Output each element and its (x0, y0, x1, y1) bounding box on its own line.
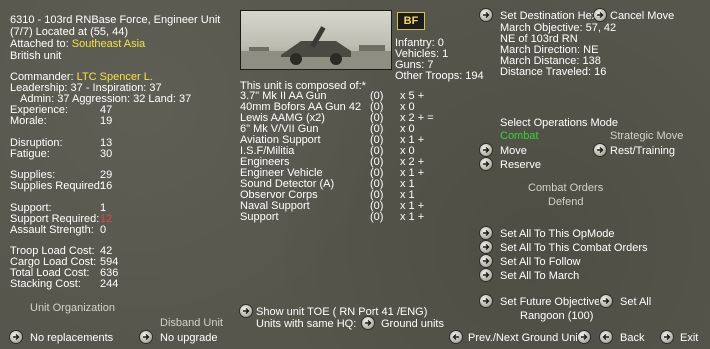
unit-photo (240, 10, 392, 70)
supplies-required-value: 16 (100, 180, 113, 192)
arrow-right-icon (597, 147, 604, 153)
next-unit-button[interactable] (578, 331, 590, 343)
disband-unit-label[interactable]: Disband Unit (160, 317, 223, 329)
set-all-march-label: Set All To March (500, 270, 580, 282)
set-all-opmode-label: Set All To This OpMode (500, 228, 615, 240)
arrow-right-icon (483, 298, 490, 304)
set-destination-button[interactable] (480, 9, 492, 21)
arrow-right-icon (597, 12, 604, 18)
nationality: British unit (10, 50, 62, 62)
unit-type-badge: BF (397, 12, 425, 30)
composition-ready: (0) (370, 211, 384, 223)
other-troops-count: Other Troops: 194 (395, 70, 484, 82)
ops-strategic-option[interactable]: Strategic Move (610, 130, 683, 142)
unit-detail-panel: 6310 - 103rd RNBase Force, Engineer Unit… (0, 0, 710, 349)
toe-line: Show unit TOE ( RN Port 41 /ENG) (256, 306, 428, 318)
set-all-march-button[interactable] (480, 269, 492, 281)
arrow-right-icon (483, 244, 490, 250)
no-replacements-button[interactable] (10, 331, 22, 343)
cancel-move-label: Cancel Move (610, 10, 675, 22)
set-future-objective-button[interactable] (480, 295, 492, 307)
arrow-right-icon (664, 334, 671, 340)
set-all-opmode-button[interactable] (480, 227, 492, 239)
fatigue-value: 30 (100, 148, 113, 160)
set-all-combat-orders-button[interactable] (480, 241, 492, 253)
no-upgrade-label: No upgrade (160, 332, 218, 344)
exit-button[interactable] (661, 331, 673, 343)
set-all-combat-orders-label: Set All To This Combat Orders (500, 242, 648, 254)
prev-unit-button[interactable] (450, 331, 462, 343)
arrow-left-icon (602, 334, 609, 340)
set-all-objective-button[interactable] (600, 295, 612, 307)
composition-count: x 1 + (400, 211, 425, 223)
assault-strength-label: Assault Strength: (10, 224, 94, 236)
stacking-cost-value: 244 (100, 278, 119, 290)
back-button[interactable] (600, 331, 612, 343)
arrow-right-icon (243, 308, 250, 314)
gun-silhouette-image (241, 26, 391, 69)
supplies-required-label: Supplies Required: (10, 180, 103, 192)
rest-training-button[interactable] (594, 144, 606, 156)
unit-organization-label[interactable]: Unit Organization (30, 302, 115, 314)
cancel-move-button[interactable] (594, 9, 606, 21)
attached-label: Attached to: (10, 38, 69, 50)
future-objective-value: Rangoon (100) (520, 310, 594, 322)
arrow-right-icon (483, 12, 490, 18)
move-mode-label: Move (500, 145, 527, 157)
combat-orders-label: Combat Orders (528, 182, 604, 194)
exit-label: Exit (680, 332, 699, 344)
set-future-objective-label: Set Future Objective (500, 296, 601, 308)
move-mode-button[interactable] (480, 144, 492, 156)
assault-strength-value: 0 (100, 224, 107, 236)
unit-header: 6310 - 103rd RNBase Force, Engineer Unit (10, 14, 221, 26)
prev-next-label: Prev./Next Ground Unit (468, 332, 581, 344)
stacking-cost-label: Stacking Cost: (10, 278, 81, 290)
distance-traveled: Distance Traveled: 16 (500, 66, 607, 78)
arrow-right-icon (483, 272, 490, 278)
combat-orders-defend[interactable]: Defend (548, 196, 583, 208)
ground-units-button[interactable] (362, 317, 374, 329)
arrow-right-icon (581, 334, 588, 340)
show-toe-button[interactable] (240, 305, 252, 317)
arrow-right-icon (483, 258, 490, 264)
rest-training-label: Rest/Training (610, 145, 676, 157)
ops-mode-title: Select Operations Mode (500, 117, 619, 129)
ops-combat-option[interactable]: Combat (500, 130, 539, 142)
arrow-right-icon (483, 161, 490, 167)
arrow-right-icon (603, 298, 610, 304)
unit-location: (7/7) Located at (55, 44) (10, 26, 129, 38)
attached-hq-link[interactable]: Southeast Asia (72, 38, 145, 50)
arrow-left-icon (452, 334, 459, 340)
no-replacements-label: No replacements (30, 332, 114, 344)
arrow-right-icon (143, 334, 150, 340)
set-destination-label: Set Destination Hex (500, 10, 598, 22)
ground-units-label: Ground units (381, 318, 444, 330)
set-all-follow-button[interactable] (480, 255, 492, 267)
same-hq-label: Units with same HQ: (256, 318, 357, 330)
composition-device-name: Support (240, 211, 279, 223)
reserve-mode-button[interactable] (480, 158, 492, 170)
arrow-right-icon (13, 334, 20, 340)
morale-label: Morale: (10, 115, 47, 127)
arrow-right-icon (365, 320, 372, 326)
back-label: Back (620, 332, 645, 344)
arrow-right-icon (483, 230, 490, 236)
set-all-follow-label: Set All To Follow (500, 256, 581, 268)
fatigue-label: Fatigue: (10, 148, 50, 160)
reserve-mode-label: Reserve (500, 159, 541, 171)
arrow-right-icon (483, 147, 490, 153)
set-all-objective-label: Set All (620, 296, 652, 308)
attached-to: Attached to: Southeast Asia (10, 38, 145, 50)
no-upgrade-button[interactable] (140, 331, 152, 343)
morale-value: 19 (100, 115, 113, 127)
